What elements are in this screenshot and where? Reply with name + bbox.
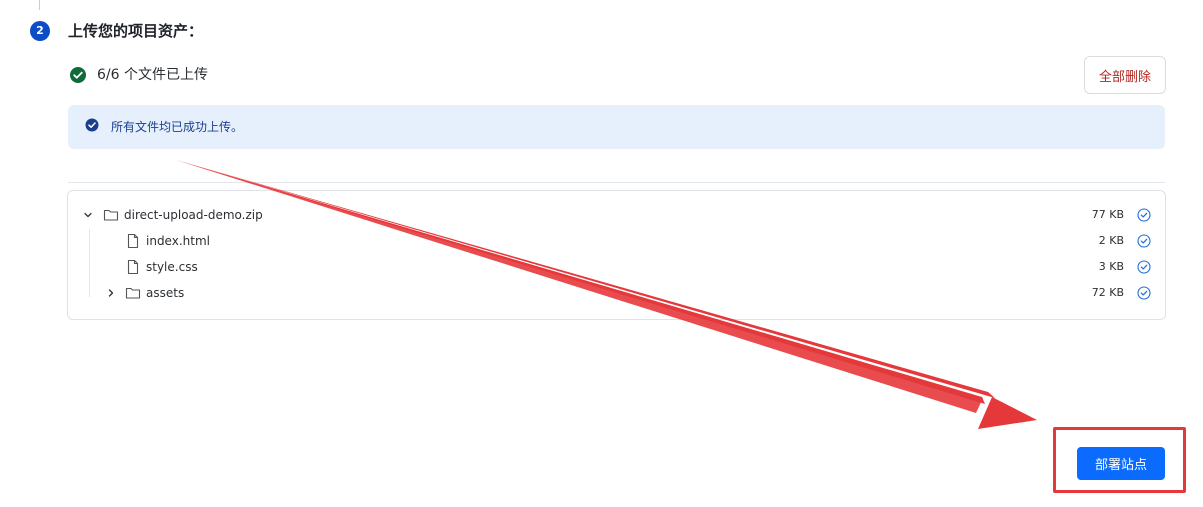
file-tree: direct-upload-demo.zip 77 KB index.html … — [67, 190, 1166, 320]
file-icon — [127, 233, 139, 249]
tree-row-root[interactable]: direct-upload-demo.zip 77 KB — [68, 202, 1165, 228]
upload-step-page: 2 上传您的项目资产： 6/6 个文件已上传 全部删除 所有文件均已成功上传。 … — [0, 0, 1203, 507]
success-alert: 所有文件均已成功上传。 — [68, 105, 1165, 149]
check-circle-icon — [70, 67, 86, 83]
check-circle-outline-icon — [1137, 234, 1151, 248]
tree-row-file[interactable]: index.html 2 KB — [68, 228, 1165, 254]
alert-text: 所有文件均已成功上传。 — [111, 119, 244, 134]
check-circle-icon — [85, 118, 99, 132]
check-circle-outline-icon — [1137, 260, 1151, 274]
divider — [68, 182, 1165, 183]
tree-item-name: index.html — [146, 234, 210, 248]
tree-row-file[interactable]: style.css 3 KB — [68, 254, 1165, 280]
tree-item-name: style.css — [146, 260, 198, 274]
delete-all-button[interactable]: 全部删除 — [1084, 56, 1166, 94]
tree-item-name: assets — [146, 286, 185, 300]
chevron-down-icon[interactable] — [82, 209, 94, 221]
folder-icon — [103, 209, 119, 221]
tree-row-folder[interactable]: assets 72 KB — [68, 280, 1165, 306]
tree-item-size: 72 KB — [1091, 286, 1124, 299]
tree-item-size: 2 KB — [1098, 234, 1124, 247]
step-title: 上传您的项目资产： — [68, 22, 204, 40]
file-icon — [127, 259, 139, 275]
chevron-right-icon[interactable] — [105, 287, 117, 299]
folder-icon — [125, 287, 141, 299]
upload-status: 6/6 个文件已上传 — [69, 66, 208, 84]
step-rail-line — [39, 0, 40, 10]
deploy-site-button[interactable]: 部署站点 — [1077, 447, 1165, 480]
check-circle-outline-icon — [1137, 208, 1151, 222]
step-number-badge: 2 — [30, 21, 50, 41]
tree-item-name: direct-upload-demo.zip — [124, 208, 263, 222]
tree-item-size: 77 KB — [1091, 208, 1124, 221]
upload-status-text: 6/6 个文件已上传 — [97, 67, 208, 83]
tree-item-size: 3 KB — [1098, 260, 1124, 273]
check-circle-outline-icon — [1137, 286, 1151, 300]
